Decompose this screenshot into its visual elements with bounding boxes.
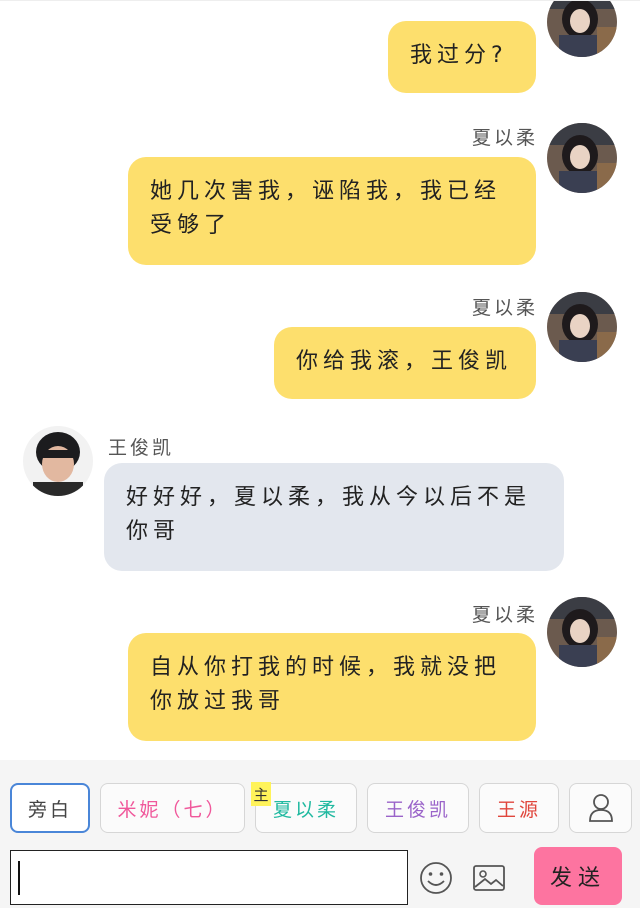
avatar-xia-yirou[interactable]	[547, 1, 617, 57]
message-bubble: 自从你打我的时候，我就没把你放过我哥	[128, 633, 536, 741]
message-text: 我过分?	[410, 43, 508, 68]
girl-avatar-icon	[547, 597, 617, 667]
main-role-tag: 主	[251, 782, 271, 806]
message-input[interactable]	[10, 850, 408, 905]
chat-area: 我过分? 夏以柔 她几次害我，诬陷我，我已经受够了 夏以柔 你给我滚，王俊凯 王…	[0, 0, 640, 760]
send-label: 发送	[549, 866, 606, 891]
role-chip-narration[interactable]: 旁白	[10, 783, 90, 833]
avatar-xia-yirou[interactable]	[547, 292, 617, 362]
role-label: 王俊凯	[384, 798, 451, 821]
add-role-button[interactable]	[569, 783, 632, 833]
avatar-xia-yirou[interactable]	[547, 597, 617, 667]
girl-avatar-icon	[547, 123, 617, 193]
message-text: 她几次害我，诬陷我，我已经受够了	[150, 179, 502, 238]
send-button[interactable]: 发送	[534, 847, 622, 905]
message-text: 好好好，夏以柔，我从今以后不是你哥	[126, 485, 532, 544]
emoji-icon	[420, 862, 452, 894]
text-caret	[18, 861, 20, 895]
role-chip-mini[interactable]: 米妮（七）	[100, 783, 245, 833]
girl-avatar-icon	[547, 292, 617, 362]
sender-name: 夏以柔	[472, 127, 539, 149]
role-label: 王源	[496, 798, 541, 821]
role-label: 夏以柔	[272, 798, 339, 821]
sender-name: 王俊凯	[108, 437, 175, 459]
message-text: 自从你打我的时候，我就没把你放过我哥	[150, 655, 502, 714]
image-icon	[473, 865, 505, 891]
sender-name: 夏以柔	[472, 297, 539, 319]
image-button[interactable]	[471, 860, 507, 896]
role-chip-wang-junkai[interactable]: 王俊凯	[367, 783, 469, 833]
role-label: 米妮（七）	[117, 798, 228, 821]
girl-avatar-icon	[547, 1, 617, 57]
avatar-xia-yirou[interactable]	[547, 123, 617, 193]
boy-avatar-icon	[23, 426, 93, 496]
message-text: 你给我滚，王俊凯	[296, 349, 513, 374]
person-icon	[588, 794, 613, 822]
message-bubble: 我过分?	[388, 21, 536, 93]
emoji-button[interactable]	[418, 860, 454, 896]
message-bubble: 好好好，夏以柔，我从今以后不是你哥	[104, 463, 564, 571]
message-bubble: 你给我滚，王俊凯	[274, 327, 536, 399]
role-label: 旁白	[27, 798, 72, 821]
sender-name: 夏以柔	[472, 604, 539, 626]
avatar-wang-junkai[interactable]	[23, 426, 93, 496]
role-chip-wang-yuan[interactable]: 王源	[479, 783, 559, 833]
message-bubble: 她几次害我，诬陷我，我已经受够了	[128, 157, 536, 265]
